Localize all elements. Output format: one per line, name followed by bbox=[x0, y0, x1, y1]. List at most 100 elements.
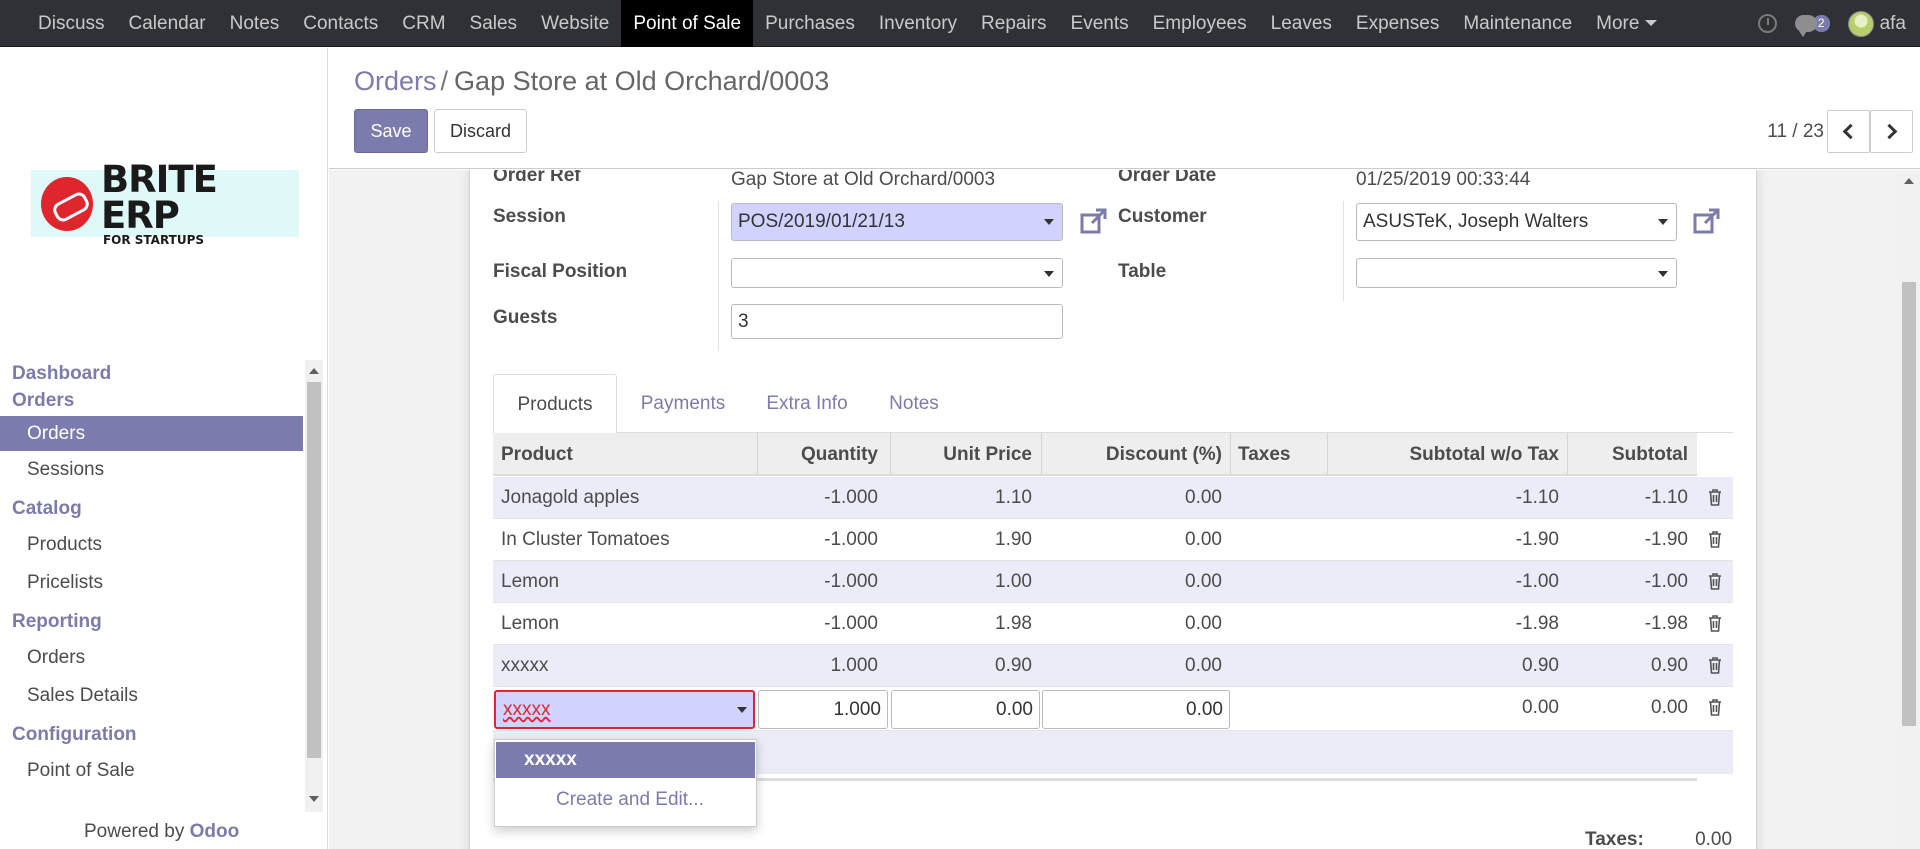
odoo-link[interactable]: Odoo bbox=[190, 821, 240, 842]
menu-employees[interactable]: Employees bbox=[1141, 0, 1259, 47]
content-scrollbar[interactable] bbox=[1898, 170, 1920, 849]
menu-notes[interactable]: Notes bbox=[218, 0, 292, 47]
trash-icon[interactable] bbox=[1708, 489, 1722, 506]
trash-icon[interactable] bbox=[1708, 699, 1722, 716]
external-link-icon[interactable] bbox=[1080, 207, 1108, 235]
dropdown-caret-icon[interactable] bbox=[1044, 219, 1054, 225]
discard-button[interactable]: Discard bbox=[434, 109, 527, 153]
table-header: Product Quantity Unit Price Discount (%)… bbox=[493, 433, 1697, 476]
cell-unit-price: 1.00 bbox=[995, 571, 1032, 592]
customer-field[interactable]: ASUSTeK, Joseph Walters bbox=[1356, 203, 1677, 241]
sidebar-item-orders[interactable]: Orders bbox=[0, 416, 303, 451]
dropdown-caret-icon[interactable] bbox=[1658, 271, 1668, 277]
menu-inventory[interactable]: Inventory bbox=[867, 0, 969, 47]
menu-expenses[interactable]: Expenses bbox=[1344, 0, 1451, 47]
menu-point-of-sale[interactable]: Point of Sale bbox=[621, 0, 754, 47]
trash-icon[interactable] bbox=[1708, 531, 1722, 548]
discount-input[interactable]: 0.00 bbox=[1042, 690, 1230, 729]
scroll-down-icon[interactable] bbox=[309, 796, 319, 802]
table-field[interactable] bbox=[1356, 258, 1677, 288]
sidebar-section-reporting[interactable]: Reporting bbox=[0, 608, 328, 635]
table-row[interactable]: In Cluster Tomatoes -1.000 1.90 0.00 -1.… bbox=[493, 519, 1733, 561]
column-header-quantity[interactable]: Quantity bbox=[757, 433, 886, 476]
pager-next-button[interactable] bbox=[1870, 110, 1913, 153]
cell-subtotal-wo-tax: 0.00 bbox=[1522, 697, 1559, 718]
column-header-taxes[interactable]: Taxes bbox=[1238, 433, 1290, 476]
activity-clock-icon[interactable] bbox=[1757, 14, 1777, 33]
save-button[interactable]: Save bbox=[354, 109, 428, 153]
sidebar-item-sessions[interactable]: Sessions bbox=[0, 451, 303, 489]
sidebar-item-reporting-orders[interactable]: Orders bbox=[0, 639, 303, 677]
tab-payments[interactable]: Payments bbox=[617, 374, 749, 433]
quantity-input[interactable]: 1.000 bbox=[758, 690, 888, 729]
menu-repairs[interactable]: Repairs bbox=[969, 0, 1058, 47]
column-header-product[interactable]: Product bbox=[501, 433, 573, 476]
menu-maintenance[interactable]: Maintenance bbox=[1451, 0, 1584, 47]
tab-products[interactable]: Products bbox=[493, 374, 617, 434]
sidebar-section-dashboard[interactable]: Dashboard bbox=[0, 360, 328, 387]
logo-text: BRITE ERP FOR STARTUPS bbox=[101, 161, 299, 246]
session-field[interactable]: POS/2019/01/21/13 bbox=[731, 203, 1063, 241]
autocomplete-option[interactable]: xxxxx bbox=[496, 742, 755, 778]
menu-discuss[interactable]: Discuss bbox=[26, 0, 117, 47]
tab-notes[interactable]: Notes bbox=[865, 374, 963, 433]
menu-crm[interactable]: CRM bbox=[390, 0, 457, 47]
menu-leaves[interactable]: Leaves bbox=[1259, 0, 1344, 47]
sidebar-scrollbar[interactable] bbox=[305, 360, 323, 812]
breadcrumb-orders-link[interactable]: Orders bbox=[354, 66, 437, 96]
sidebar-section-configuration[interactable]: Configuration bbox=[0, 721, 328, 748]
scrollbar-thumb[interactable] bbox=[1902, 282, 1916, 726]
pager-value[interactable]: 11 / 23 bbox=[1767, 121, 1824, 143]
trash-icon[interactable] bbox=[1708, 615, 1722, 632]
order-ref-value: Gap Store at Old Orchard/0003 bbox=[731, 170, 996, 190]
sidebar-item-point-of-sale[interactable]: Point of Sale bbox=[0, 752, 303, 790]
menu-purchases[interactable]: Purchases bbox=[753, 0, 867, 47]
messaging-menu[interactable]: 2 bbox=[1794, 15, 1830, 37]
menu-website[interactable]: Website bbox=[529, 0, 621, 47]
pager-previous-button[interactable] bbox=[1827, 110, 1870, 153]
taxes-total-label: Taxes: bbox=[1585, 829, 1644, 849]
column-header-discount[interactable]: Discount (%) bbox=[1041, 433, 1230, 476]
cell-subtotal-wo-tax: -1.00 bbox=[1515, 571, 1559, 592]
menu-events[interactable]: Events bbox=[1059, 0, 1141, 47]
scroll-up-icon[interactable] bbox=[309, 368, 319, 374]
column-header-subtotal-wo-tax[interactable]: Subtotal w/o Tax bbox=[1327, 433, 1567, 476]
column-header-subtotal[interactable]: Subtotal bbox=[1567, 433, 1696, 476]
sidebar-item-products[interactable]: Products bbox=[0, 526, 303, 564]
product-autocomplete-input[interactable]: xxxxx bbox=[494, 690, 755, 729]
sidebar-item-pricelists[interactable]: Pricelists bbox=[0, 564, 303, 602]
powered-by-text: Powered by bbox=[84, 821, 185, 842]
cell-subtotal: 0.00 bbox=[1651, 697, 1688, 718]
create-and-edit-option[interactable]: Create and Edit... bbox=[496, 782, 755, 818]
table-label: Table bbox=[1118, 261, 1167, 282]
app-menu: Discuss Calendar Notes Contacts CRM Sale… bbox=[0, 0, 1669, 47]
scrollbar-thumb[interactable] bbox=[307, 382, 321, 758]
dropdown-caret-icon[interactable] bbox=[1658, 219, 1668, 225]
menu-calendar[interactable]: Calendar bbox=[117, 0, 218, 47]
user-menu[interactable]: afa bbox=[1847, 10, 1906, 37]
fiscal-position-field[interactable] bbox=[731, 258, 1063, 288]
table-row[interactable]: xxxxx 1.000 0.90 0.00 0.90 0.90 bbox=[493, 645, 1733, 687]
table-row[interactable]: Jonagold apples -1.000 1.10 0.00 -1.10 -… bbox=[493, 477, 1733, 519]
sidebar-section-orders[interactable]: Orders bbox=[0, 387, 328, 414]
sidebar-section-catalog[interactable]: Catalog bbox=[0, 495, 328, 522]
tab-extra-info[interactable]: Extra Info bbox=[749, 374, 865, 433]
cell-product: In Cluster Tomatoes bbox=[501, 529, 670, 550]
dropdown-caret-icon[interactable] bbox=[737, 707, 747, 713]
guests-input[interactable]: 3 bbox=[731, 304, 1063, 339]
dropdown-caret-icon[interactable] bbox=[1044, 271, 1054, 277]
trash-icon[interactable] bbox=[1708, 657, 1722, 674]
sidebar-item-sales-details[interactable]: Sales Details bbox=[0, 677, 303, 715]
table-row[interactable]: Lemon -1.000 1.00 0.00 -1.00 -1.00 bbox=[493, 561, 1733, 603]
external-link-icon[interactable] bbox=[1693, 207, 1721, 235]
menu-sales[interactable]: Sales bbox=[458, 0, 530, 47]
editing-row[interactable]: xxxxx 1.000 0.00 0.00 0.00 0.00 bbox=[493, 687, 1733, 731]
column-header-unit-price[interactable]: Unit Price bbox=[890, 433, 1040, 476]
menu-more[interactable]: More bbox=[1584, 0, 1669, 47]
table-row[interactable]: Lemon -1.000 1.98 0.00 -1.98 -1.98 bbox=[493, 603, 1733, 645]
trash-icon[interactable] bbox=[1708, 573, 1722, 590]
unit-price-input[interactable]: 0.00 bbox=[891, 690, 1040, 729]
scroll-up-icon[interactable] bbox=[1904, 178, 1914, 184]
systray: 2 afa bbox=[1757, 0, 1920, 47]
menu-contacts[interactable]: Contacts bbox=[291, 0, 390, 47]
